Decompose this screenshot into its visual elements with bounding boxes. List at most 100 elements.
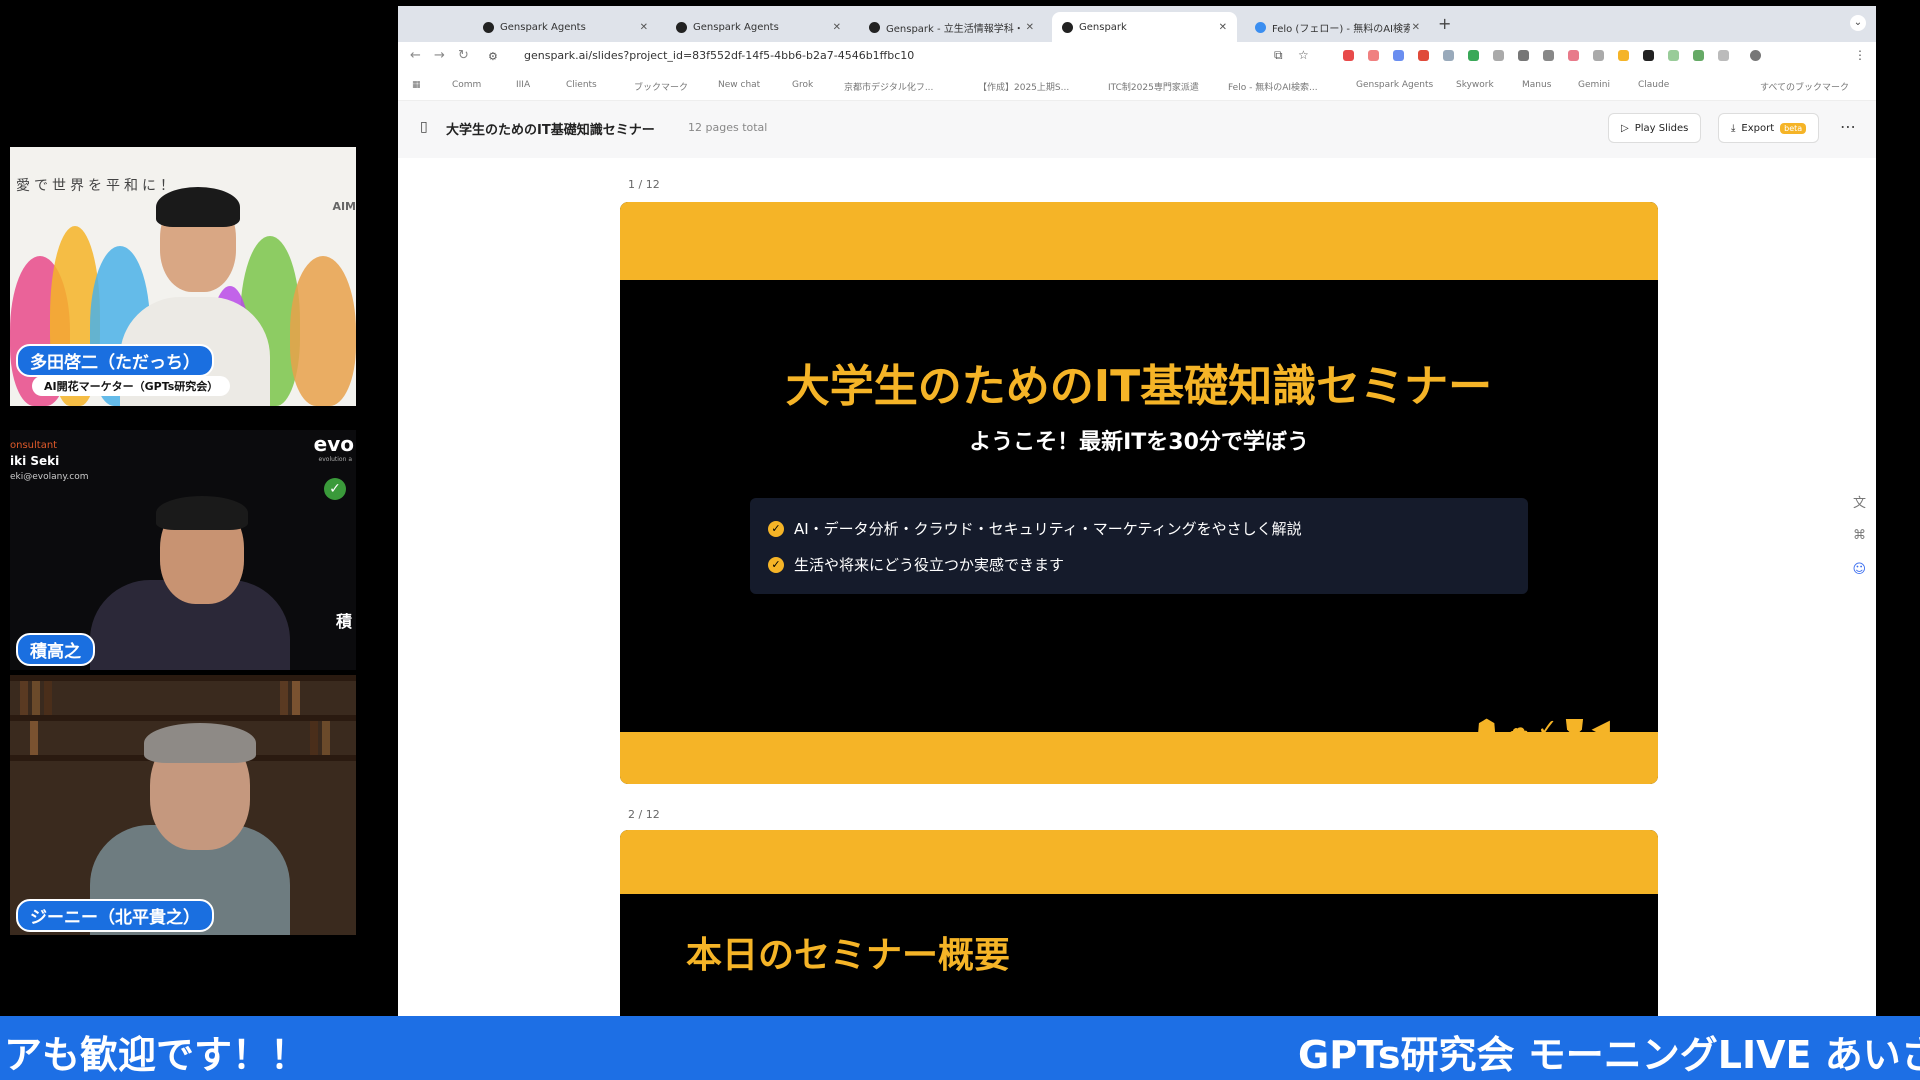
extension-icon[interactable] [1593, 50, 1604, 61]
bookmark-item[interactable]: Manus [1522, 80, 1551, 90]
bookmark-item[interactable]: Grok [792, 80, 813, 90]
side-kanji: 積 [335, 612, 352, 631]
extension-icon[interactable] [1393, 50, 1404, 61]
translate-side-icon[interactable]: 文 [1853, 492, 1866, 511]
book-icon[interactable]: ▯ [420, 119, 428, 135]
notion-icon[interactable] [1643, 50, 1654, 61]
bookmark-item[interactable]: ITC制2025専門家派遣 [1108, 80, 1199, 93]
tab-felo[interactable]: Felo (フェロー) - 無料のAI検索 ✕ [1245, 12, 1430, 42]
bookmark-item[interactable]: Clients [566, 80, 597, 90]
consultant-label: onsultant [10, 440, 58, 451]
extension-icon[interactable] [1618, 50, 1629, 61]
close-icon[interactable]: ✕ [833, 22, 841, 33]
tab-genspark-agents-2[interactable]: Genspark Agents ✕ [666, 12, 851, 42]
genspark-favicon-icon [676, 21, 687, 33]
tab-genspark-course[interactable]: Genspark - 立生活情報学科・初 ✕ [859, 12, 1044, 42]
participant-name-tag: 多田啓二（ただっち） [16, 344, 214, 377]
address-bar: ← → ↻ ⚙ genspark.ai/slides?project_id=83… [398, 42, 1876, 72]
slides-header: ▯ 大学生のためのIT基礎知識セミナー 12 pages total ▷ Pla… [398, 101, 1876, 160]
bookmark-item[interactable]: New chat [718, 80, 760, 90]
participant-name-tag: 積高之 [16, 633, 95, 666]
extension-icon[interactable] [1668, 50, 1679, 61]
slide-subtitle: ようこそ！最新ITを30分で学ぼう [969, 430, 1309, 455]
slide-page-number: 1 / 12 [628, 178, 660, 191]
participant-tile-2: onsultant iki Seki eki@evolany.com evo e… [10, 430, 356, 670]
bookmark-star-icon[interactable]: ☆ [1298, 48, 1309, 62]
close-icon[interactable]: ✕ [1026, 22, 1034, 33]
tab-bar: Genspark Agents ✕ Genspark Agents ✕ Gens… [398, 6, 1876, 42]
bookmark-item[interactable]: Gemini [1578, 80, 1610, 90]
beta-badge: beta [1780, 122, 1807, 134]
bookmark-item[interactable]: Genspark Agents [1356, 80, 1433, 90]
slide-2[interactable]: 本日のセミナー概要 [620, 830, 1658, 1016]
profile-avatar-icon[interactable] [1750, 50, 1761, 61]
play-icon: ▷ [1621, 122, 1629, 134]
tab-search-chevron-icon[interactable]: ⌄ [1850, 15, 1866, 31]
slide-1[interactable]: 大学生のためのIT基礎知識セミナー ようこそ！最新ITを30分で学ぼう ✓ AI… [620, 202, 1658, 784]
extension-icon[interactable] [1518, 50, 1529, 61]
back-arrow-icon[interactable]: ← [410, 48, 421, 63]
close-icon[interactable]: ✕ [1219, 22, 1227, 33]
slide-bottom-band [620, 732, 1658, 784]
bookmark-item[interactable]: Felo - 無料のAI検索... [1228, 80, 1318, 93]
check-badge-icon: ✓ [324, 478, 346, 500]
extension-icon[interactable] [1443, 50, 1454, 61]
extension-icon[interactable] [1493, 50, 1504, 61]
play-slides-button[interactable]: ▷ Play Slides [1608, 113, 1702, 143]
bookmark-item[interactable]: 【作成】2025上期S... [978, 80, 1069, 93]
extension-icon[interactable] [1368, 50, 1379, 61]
tab-genspark-agents-1[interactable]: Genspark Agents ✕ [473, 12, 658, 42]
new-tab-plus-icon[interactable]: + [1438, 14, 1451, 33]
url-field[interactable]: genspark.ai/slides?project_id=83f552df-1… [524, 49, 914, 62]
extensions-puzzle-icon[interactable] [1718, 50, 1729, 61]
bookmark-item[interactable]: Skywork [1456, 80, 1494, 90]
reload-icon[interactable]: ↻ [458, 48, 469, 63]
genspark-favicon-icon [483, 21, 494, 33]
browser-window: Genspark Agents ✕ Genspark Agents ✕ Gens… [398, 6, 1876, 1016]
bookmark-item[interactable]: ブックマーク [634, 80, 688, 93]
bookmark-item[interactable]: IIIA [516, 80, 530, 90]
participant-tile-3: ジーニー（北平貴之） [10, 675, 356, 935]
slide-top-band [620, 202, 1658, 280]
gmail-icon[interactable] [1418, 50, 1429, 61]
bookmark-item[interactable]: Claude [1638, 80, 1669, 90]
extension-icon[interactable] [1568, 50, 1579, 61]
evo-logo-sub: evolution a [318, 456, 352, 463]
extension-icon[interactable] [1343, 50, 1354, 61]
apps-grid-icon[interactable]: ▦ [412, 80, 421, 90]
slide-title: 大学生のためのIT基礎知識セミナー [785, 361, 1493, 412]
news-ticker: アも歓迎です！！ GPTs研究会 モーニングLIVE あいさ [0, 1016, 1920, 1080]
card-email: eki@evolany.com [10, 472, 89, 482]
project-title: 大学生のためのIT基礎知識セミナー [446, 123, 655, 138]
slide-top-band [620, 830, 1658, 894]
translate-icon[interactable]: ⧉ [1274, 48, 1283, 63]
browser-menu-icon[interactable]: ⋮ [1854, 48, 1866, 62]
slide-bullet-box: ✓ AI・データ分析・クラウド・セキュリティ・マーケティングをやさしく解説 ✓ … [750, 498, 1528, 594]
site-settings-icon[interactable]: ⚙ [488, 50, 498, 63]
participant-subtitle-tag: AI開花マーケター（GPTs研究会） [32, 376, 231, 396]
bookmark-item[interactable]: 京都市デジタル化フ... [844, 80, 933, 93]
close-icon[interactable]: ✕ [1412, 22, 1420, 33]
slides-list: 1 / 12 大学生のためのIT基礎知識セミナー ようこそ！最新ITを30分で学… [398, 158, 1876, 1016]
bookmark-item[interactable]: Comm [452, 80, 481, 90]
felo-favicon-icon [1255, 21, 1266, 33]
more-options-icon[interactable]: ⋯ [1840, 117, 1856, 136]
bullet-item: ✓ AI・データ分析・クラウド・セキュリティ・マーケティングをやさしく解説 [768, 518, 1302, 539]
extension-icon[interactable] [1543, 50, 1554, 61]
assistant-side-icon[interactable]: ☺ [1852, 562, 1866, 577]
participant-name-tag: ジーニー（北平貴之） [16, 899, 214, 932]
bullet-item: ✓ 生活や将来にどう役立つか実感できます [768, 554, 1064, 575]
card-name: iki Seki [10, 454, 60, 468]
extension-icon[interactable] [1693, 50, 1704, 61]
close-icon[interactable]: ✕ [640, 22, 648, 33]
genspark-favicon-icon [1062, 21, 1073, 33]
ticker-text-right: GPTs研究会 モーニングLIVE あいさ [1298, 1033, 1920, 1077]
shortcut-side-icon[interactable]: ⌘ [1853, 528, 1866, 543]
check-circle-icon: ✓ [768, 520, 784, 537]
slide-page-number: 2 / 12 [628, 808, 660, 821]
export-button[interactable]: ⤓ Export beta [1718, 113, 1820, 143]
all-bookmarks-item[interactable]: すべてのブックマーク [1760, 80, 1849, 93]
tab-genspark-active[interactable]: Genspark ✕ [1052, 12, 1237, 42]
extension-icon[interactable] [1468, 50, 1479, 61]
forward-arrow-icon[interactable]: → [434, 48, 445, 63]
